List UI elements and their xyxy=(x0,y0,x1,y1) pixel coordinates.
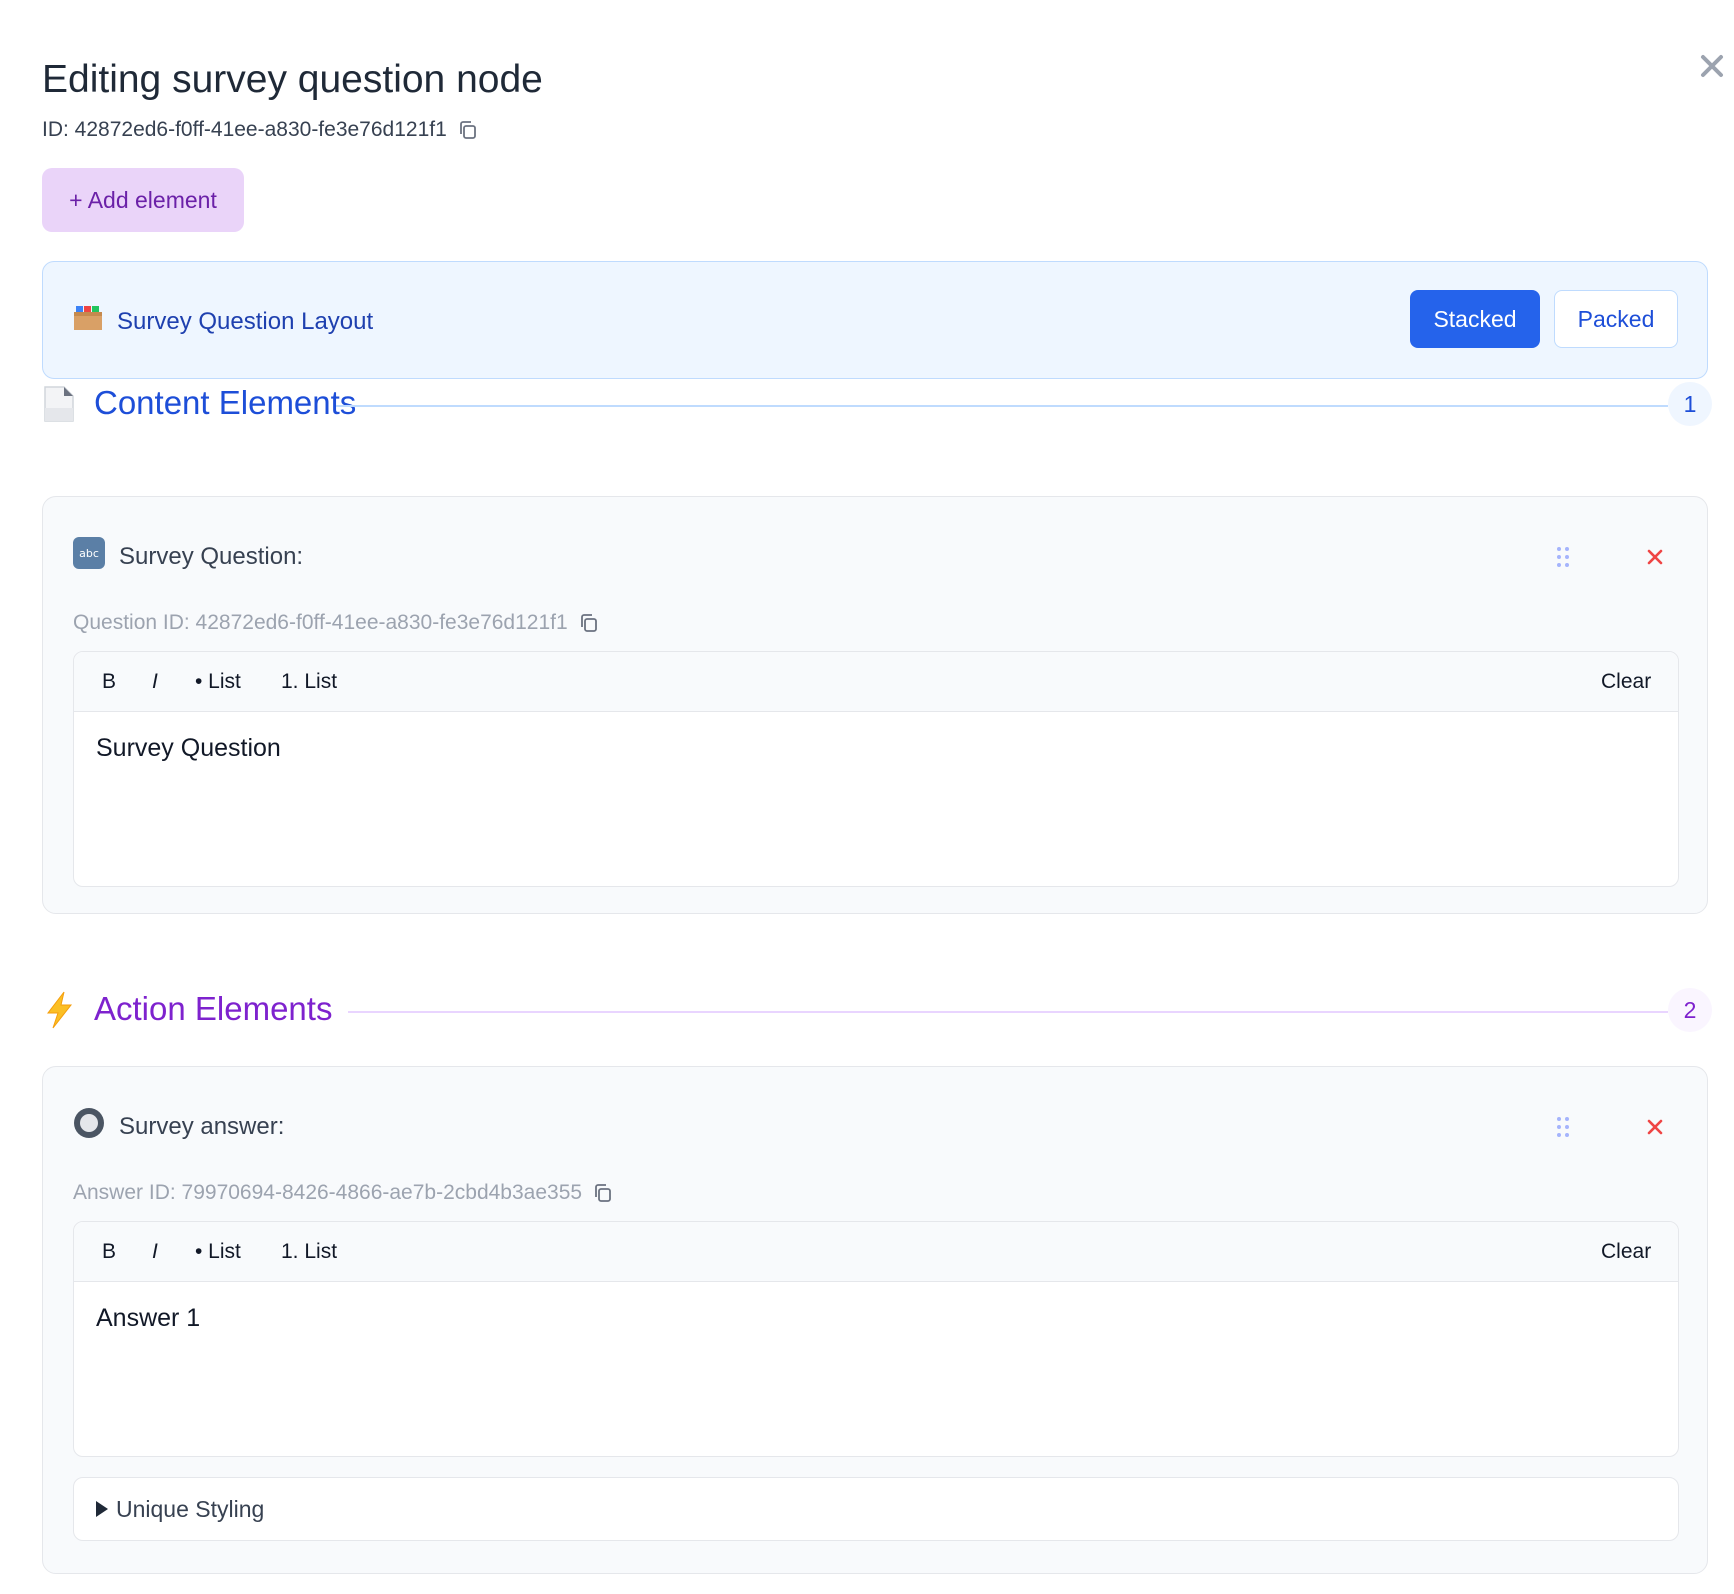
italic-button[interactable]: I xyxy=(152,1222,158,1282)
section-title: Action Elements xyxy=(94,990,333,1027)
page-title: Editing survey question node xyxy=(42,58,543,101)
answer-id-text: Answer ID: 79970694-8426-4866-ae7b-2cbd4… xyxy=(73,1181,583,1204)
node-id-text: ID: 42872ed6-f0ff-41ee-a830-fe3e76d121f1 xyxy=(42,118,447,141)
divider xyxy=(348,1011,1668,1013)
drag-handle-icon[interactable] xyxy=(1553,1115,1573,1139)
element-label: Survey answer: xyxy=(119,1112,285,1140)
copy-icon[interactable] xyxy=(457,119,479,141)
rich-text-editor: B I • List 1. List Clear Survey Question xyxy=(73,651,1679,887)
numbered-list-button[interactable]: 1. List xyxy=(281,652,337,712)
bold-button[interactable]: B xyxy=(102,652,116,712)
element-label: Survey Question: xyxy=(119,542,304,570)
survey-answer-card: Survey answer: Answer ID: 79970694-8426-… xyxy=(42,1066,1708,1574)
node-id: ID: 42872ed6-f0ff-41ee-a830-fe3e76d121f1 xyxy=(42,118,479,142)
layout-stacked-button[interactable]: Stacked xyxy=(1410,290,1540,348)
abc-icon: abc xyxy=(73,537,105,576)
editor-toolbar: B I • List 1. List Clear xyxy=(74,652,1678,712)
bullet-list-button[interactable]: • List xyxy=(195,1222,241,1282)
italic-button[interactable]: I xyxy=(152,652,158,712)
svg-text:abc: abc xyxy=(79,547,99,560)
clear-button[interactable]: Clear xyxy=(1601,1222,1651,1282)
radio-button-icon xyxy=(73,1107,105,1146)
lightning-icon xyxy=(42,990,76,1030)
copy-icon[interactable] xyxy=(578,612,600,634)
layout-packed-button[interactable]: Packed xyxy=(1554,290,1678,348)
layout-selector: Survey Question Layout Stacked Packed xyxy=(42,261,1708,379)
add-element-button[interactable]: + Add element xyxy=(42,168,244,232)
action-elements-header: Action Elements 2 xyxy=(42,986,1712,1036)
content-elements-header: Content Elements 1 xyxy=(42,380,1712,430)
unique-styling-label: Unique Styling xyxy=(116,1495,265,1522)
delete-icon[interactable] xyxy=(1643,1115,1667,1139)
count-badge: 1 xyxy=(1668,382,1712,426)
disclosure-triangle-icon xyxy=(96,1501,108,1517)
delete-icon[interactable] xyxy=(1643,545,1667,569)
bullet-list-button[interactable]: • List xyxy=(195,652,241,712)
divider xyxy=(336,405,1668,407)
clear-button[interactable]: Clear xyxy=(1601,652,1651,712)
bold-button[interactable]: B xyxy=(102,1222,116,1282)
question-id: Question ID: 42872ed6-f0ff-41ee-a830-fe3… xyxy=(73,611,600,635)
folder-icon xyxy=(73,304,103,339)
answer-id: Answer ID: 79970694-8426-4866-ae7b-2cbd4… xyxy=(73,1181,614,1205)
editor-toolbar: B I • List 1. List Clear xyxy=(74,1222,1678,1282)
drag-handle-icon[interactable] xyxy=(1553,545,1573,569)
count-badge: 2 xyxy=(1668,988,1712,1032)
document-icon xyxy=(42,384,76,424)
close-icon[interactable] xyxy=(1694,48,1730,84)
editor-content[interactable]: Answer 1 xyxy=(96,1304,200,1333)
layout-label: Survey Question Layout xyxy=(73,304,373,339)
editor-content[interactable]: Survey Question xyxy=(96,734,281,763)
numbered-list-button[interactable]: 1. List xyxy=(281,1222,337,1282)
section-title: Content Elements xyxy=(94,384,357,421)
survey-question-card: abc Survey Question: Question ID: 42872e… xyxy=(42,496,1708,914)
element-header: Survey answer: xyxy=(73,1107,284,1146)
copy-icon[interactable] xyxy=(592,1182,614,1204)
layout-label-text: Survey Question Layout xyxy=(117,307,374,335)
unique-styling-toggle[interactable]: Unique Styling xyxy=(73,1477,1679,1541)
rich-text-editor: B I • List 1. List Clear Answer 1 xyxy=(73,1221,1679,1457)
question-id-text: Question ID: 42872ed6-f0ff-41ee-a830-fe3… xyxy=(73,611,568,634)
element-header: abc Survey Question: xyxy=(73,537,303,576)
